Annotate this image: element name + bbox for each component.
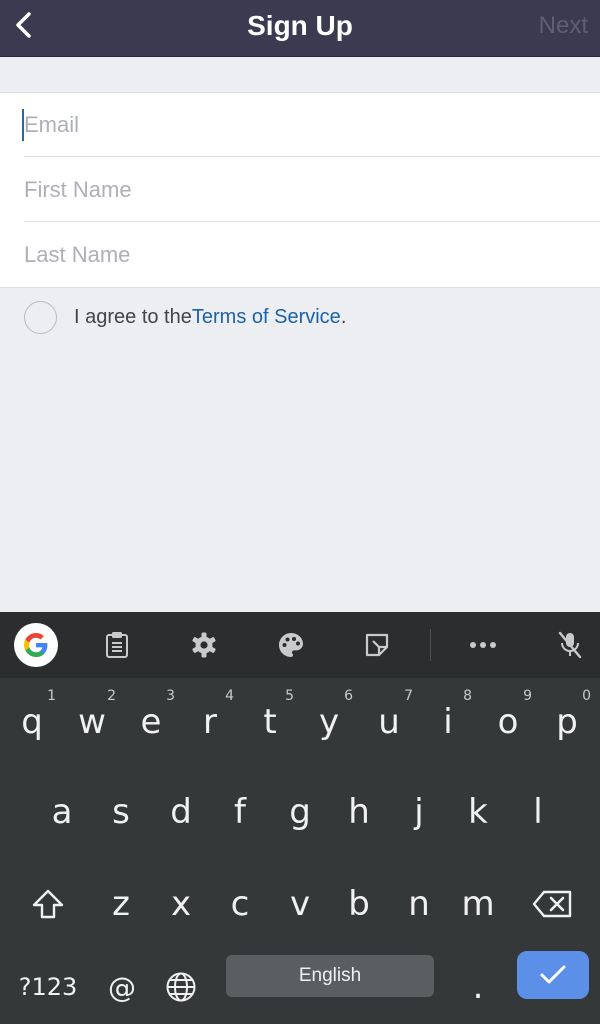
key-m[interactable]: m xyxy=(448,858,508,950)
key-hint: 2 xyxy=(107,688,116,704)
key-hint: 8 xyxy=(463,688,472,704)
language-key[interactable] xyxy=(151,950,211,1024)
last-name-field[interactable] xyxy=(24,242,600,268)
shift-key[interactable] xyxy=(18,858,78,950)
first-name-field[interactable] xyxy=(24,176,600,203)
last-name-field-row xyxy=(24,223,600,287)
email-field[interactable] xyxy=(24,111,600,138)
soft-keyboard: q1 w2 e3 r4 t5 y6 u7 i8 o9 p0 a s d f g … xyxy=(0,612,600,1024)
next-button[interactable]: Next xyxy=(539,12,588,40)
key-f[interactable]: f xyxy=(210,766,270,858)
symbols-key[interactable]: ?123 xyxy=(18,950,78,1024)
first-name-field-row xyxy=(24,158,600,222)
text-caret xyxy=(22,109,24,141)
key-b[interactable]: b xyxy=(329,858,389,950)
key-label: o xyxy=(497,702,519,742)
globe-icon xyxy=(166,972,196,1002)
app-header: Sign Up Next xyxy=(0,0,600,57)
toolbar-divider xyxy=(430,629,431,661)
key-label: i xyxy=(443,702,453,742)
settings-gear-icon[interactable] xyxy=(182,623,226,667)
key-label: y xyxy=(318,702,340,742)
key-hint: 9 xyxy=(523,688,532,704)
agree-label-period: . xyxy=(340,305,347,328)
signup-form xyxy=(0,92,600,288)
shift-arrow-icon xyxy=(32,889,64,919)
key-label: w xyxy=(78,702,106,742)
key-l[interactable]: l xyxy=(508,766,568,858)
mic-off-icon[interactable] xyxy=(548,623,592,667)
sticker-icon[interactable] xyxy=(355,623,399,667)
key-o[interactable]: o9 xyxy=(478,678,538,766)
clipboard-icon[interactable] xyxy=(95,623,139,667)
key-g[interactable]: g xyxy=(270,766,330,858)
backspace-icon xyxy=(532,890,572,918)
key-v[interactable]: v xyxy=(270,858,330,950)
key-x[interactable]: x xyxy=(151,858,211,950)
page-title: Sign Up xyxy=(247,10,353,41)
google-search-button[interactable] xyxy=(14,623,58,667)
key-w[interactable]: w2 xyxy=(62,678,122,766)
more-dots-icon[interactable] xyxy=(461,623,505,667)
key-n[interactable]: n xyxy=(389,858,449,950)
key-p[interactable]: p0 xyxy=(537,678,597,766)
agree-label: I agree to the xyxy=(74,305,192,328)
key-y[interactable]: y6 xyxy=(299,678,359,766)
space-key[interactable]: English xyxy=(226,955,434,997)
period-key[interactable]: . xyxy=(448,950,508,1024)
key-d[interactable]: d xyxy=(151,766,211,858)
key-q[interactable]: q1 xyxy=(2,678,62,766)
key-label: p xyxy=(556,702,578,742)
key-hint: 7 xyxy=(404,688,413,704)
key-hint: 3 xyxy=(166,688,175,704)
key-k[interactable]: k xyxy=(448,766,508,858)
google-icon xyxy=(14,623,58,667)
backspace-key[interactable] xyxy=(522,858,582,950)
key-label: e xyxy=(140,702,162,742)
key-i[interactable]: i8 xyxy=(418,678,478,766)
enter-key[interactable] xyxy=(517,951,589,999)
key-label: u xyxy=(378,702,400,742)
terms-agreement: I agree to the Terms of Service . xyxy=(24,300,346,334)
key-hint: 0 xyxy=(582,688,591,704)
key-s[interactable]: s xyxy=(91,766,151,858)
email-field-row xyxy=(22,93,600,157)
checkmark-icon xyxy=(540,965,566,984)
keyboard-toolbar xyxy=(0,612,600,678)
key-hint: 4 xyxy=(225,688,234,704)
agree-radio-button[interactable] xyxy=(24,300,57,334)
key-j[interactable]: j xyxy=(389,766,449,858)
key-hint: 5 xyxy=(285,688,294,704)
key-label: q xyxy=(21,702,43,742)
key-label: r xyxy=(203,702,217,742)
at-key[interactable]: @ xyxy=(92,950,152,1024)
key-t[interactable]: t5 xyxy=(240,678,300,766)
key-h[interactable]: h xyxy=(329,766,389,858)
key-u[interactable]: u7 xyxy=(359,678,419,766)
theme-palette-icon[interactable] xyxy=(269,623,313,667)
key-e[interactable]: e3 xyxy=(121,678,181,766)
key-r[interactable]: r4 xyxy=(180,678,240,766)
key-hint: 1 xyxy=(47,688,56,704)
key-c[interactable]: c xyxy=(210,858,270,950)
key-hint: 6 xyxy=(344,688,353,704)
terms-of-service-link[interactable]: Terms of Service xyxy=(192,306,341,329)
key-a[interactable]: a xyxy=(32,766,92,858)
key-z[interactable]: z xyxy=(91,858,151,950)
key-label: t xyxy=(263,702,277,742)
